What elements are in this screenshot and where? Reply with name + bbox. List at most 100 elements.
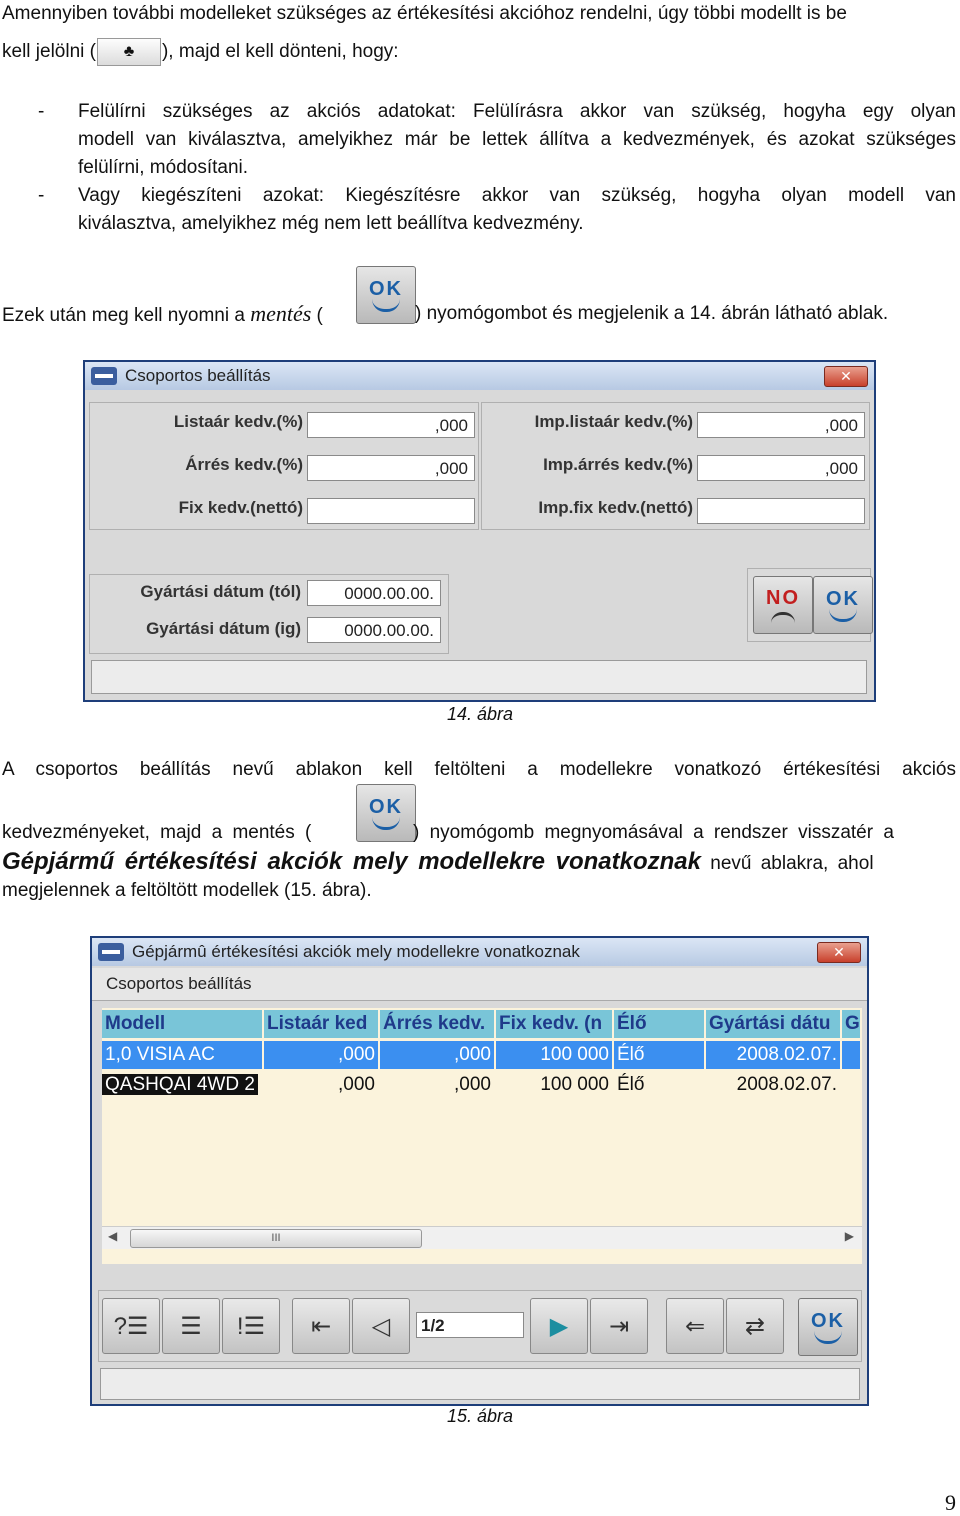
para1-line2-post: ), majd el kell dönteni, hogy: <box>161 41 399 63</box>
cell-listprice: ,000 <box>264 1041 380 1069</box>
column-header[interactable]: Élő <box>614 1010 706 1038</box>
para1-line2: kell jelölni (♣), majd el kell dönteni, … <box>2 38 399 66</box>
menu-group-settings[interactable]: Csoportos beállítás <box>106 974 252 994</box>
ok-label: OK <box>826 587 860 610</box>
vehicle-sales-window: Gépjármû értékesítési akciók mely modell… <box>90 936 869 1406</box>
cell-fix: 100 000 <box>496 1041 614 1069</box>
help-list-button[interactable]: ?☰ <box>102 1298 160 1354</box>
car-icon <box>98 943 124 961</box>
bullet-1-dash: - <box>38 101 45 122</box>
date-label: Gyártási dátum (tól) <box>140 582 301 601</box>
scroll-right-icon[interactable]: ▶ <box>845 1229 854 1243</box>
list-button[interactable]: ☰ <box>162 1298 220 1354</box>
bullet-1-line1: Felülírni szükséges az akciós adatokat: … <box>78 101 956 122</box>
cell-fix: 100 000 <box>496 1071 614 1099</box>
club-icon: ♣ <box>96 38 161 66</box>
date-to-input[interactable]: 0000.00.00. <box>307 617 441 643</box>
para2-pre: Ezek után meg kell nyomni a <box>2 305 251 326</box>
field-label: Listaár kedv.(%) <box>173 412 303 431</box>
horizontal-scrollbar[interactable]: ◀ III ▶ <box>102 1226 862 1249</box>
no-label: NO <box>766 586 800 609</box>
vehicle-sales-title: Gépjármû értékesítési akciók mely modell… <box>132 942 580 961</box>
cell-extra <box>842 1041 862 1069</box>
ok-button-icon: OK <box>356 266 416 324</box>
table-row[interactable]: QASHQAI 4WD 2 ,000 ,000 100 000 Élő 2008… <box>102 1071 862 1099</box>
alert-list-button[interactable]: !☰ <box>222 1298 280 1354</box>
margin-discount-input[interactable]: ,000 <box>307 455 475 481</box>
group-settings-title: Csoportos beállítás <box>125 366 271 385</box>
column-header[interactable]: Fix kedv. (n <box>496 1010 614 1038</box>
mentes-word: mentés <box>250 301 312 326</box>
column-header[interactable]: Listaár ked <box>264 1010 380 1038</box>
prev-page-button[interactable]: ◁ <box>352 1298 410 1354</box>
table-row[interactable]: 1,0 VISIA AC ,000 ,000 100 000 Élő 2008.… <box>102 1041 862 1069</box>
cell-live: Élő <box>614 1041 706 1069</box>
bullet-2-line2: kiválasztva, amelyikhez még nem lett beá… <box>78 213 584 234</box>
para2-post: ) nyomógombot és megjelenik a 14. ábrán … <box>415 303 889 324</box>
pager-input[interactable]: 1/2 <box>416 1312 524 1338</box>
cell-margin: ,000 <box>380 1071 496 1099</box>
field-label: Imp.árrés kedv.(%) <box>543 455 693 474</box>
column-header[interactable]: Árrés kedv. <box>380 1010 496 1038</box>
cell-date: 2008.02.07. <box>706 1071 842 1099</box>
field-label: Imp.listaár kedv.(%) <box>534 412 693 431</box>
export-left-button[interactable]: ⇐ <box>666 1298 724 1354</box>
models-grid: Modell Listaár ked Árrés kedv. Fix kedv.… <box>102 1008 862 1264</box>
last-page-button[interactable]: ⇥ <box>590 1298 648 1354</box>
transfer-button[interactable]: ⇄ <box>726 1298 784 1354</box>
first-page-button[interactable]: ⇤ <box>292 1298 350 1354</box>
no-button[interactable]: NO <box>753 576 813 634</box>
status-bar <box>91 660 867 694</box>
close-button[interactable]: ✕ <box>817 942 861 963</box>
ok-button-icon: OK <box>356 784 416 842</box>
figure-14-caption: 14. ábra <box>446 704 514 724</box>
date-from-input[interactable]: 0000.00.00. <box>307 580 441 606</box>
page-number: 9 <box>945 1490 956 1515</box>
para2-open: ( <box>311 305 323 326</box>
cell-margin: ,000 <box>380 1041 496 1069</box>
imp-fix-discount-input[interactable] <box>697 498 865 524</box>
scroll-thumb[interactable]: III <box>130 1229 422 1248</box>
field-label: Árrés kedv.(%) <box>185 455 303 474</box>
column-header[interactable]: Gyártási dátu <box>706 1010 842 1038</box>
field-label: Imp.fix kedv.(nettó) <box>538 498 693 517</box>
bullet-1-line2: modell van kiválasztva, amelyikhez már b… <box>78 129 956 150</box>
bullet-2-dash: - <box>38 185 45 206</box>
group-settings-window: Csoportos beállítás ✕ Listaár kedv.(%) ,… <box>83 360 876 702</box>
ok-button[interactable]: OK <box>813 576 873 634</box>
para2: Ezek után meg kell nyomni a mentés ( <box>2 300 323 330</box>
column-header[interactable]: Modell <box>102 1010 264 1038</box>
model-name-highlight: QASHQAI 4WD 2 <box>102 1074 258 1095</box>
para3-line1: A csoportos beállítás nevű ablakon kell … <box>2 759 956 780</box>
imp-margin-discount-input[interactable]: ,000 <box>697 455 865 481</box>
cell-model: 1,0 VISIA AC <box>102 1041 264 1069</box>
bullet-1-line3: felülírni, módosítani. <box>78 157 249 178</box>
window-title-ref: Gépjármű értékesítési akciók mely modell… <box>2 848 701 875</box>
para3-line4: megjelennek a feltöltött modellek (15. á… <box>2 880 372 901</box>
fix-discount-input[interactable] <box>307 498 475 524</box>
field-label: Fix kedv.(nettó) <box>178 498 303 517</box>
imp-listprice-discount-input[interactable]: ,000 <box>697 412 865 438</box>
group-settings-titlebar: Csoportos beállítás ✕ <box>85 362 874 390</box>
date-label: Gyártási dátum (ig) <box>146 619 301 638</box>
para1-line2-pre: kell jelölni ( <box>2 41 96 63</box>
para3-line3: Gépjármű értékesítési akciók mely modell… <box>2 848 956 878</box>
ok-label: OK <box>811 1309 845 1332</box>
ok-label: OK <box>369 795 403 818</box>
grid-header: Modell Listaár ked Árrés kedv. Fix kedv.… <box>102 1010 862 1038</box>
cell-extra <box>842 1071 862 1099</box>
column-header[interactable]: Gy <box>842 1010 862 1038</box>
cell-date: 2008.02.07. <box>706 1041 842 1069</box>
bullet-2-line1: Vagy kiegészíteni azokat: Kiegészítésre … <box>78 185 956 206</box>
cell-model: QASHQAI 4WD 2 <box>102 1071 264 1099</box>
cell-live: Élő <box>614 1071 706 1099</box>
scroll-grip: III <box>271 1232 281 1244</box>
scroll-left-icon[interactable]: ◀ <box>108 1229 117 1243</box>
close-button[interactable]: ✕ <box>824 366 868 387</box>
cell-listprice: ,000 <box>264 1071 380 1099</box>
listprice-discount-input[interactable]: ,000 <box>307 412 475 438</box>
car-icon <box>91 367 117 385</box>
ok-button[interactable]: OK <box>798 1298 858 1356</box>
vehicle-sales-titlebar: Gépjármû értékesítési akciók mely modell… <box>92 938 867 966</box>
next-page-button[interactable]: ▶ <box>530 1298 588 1354</box>
